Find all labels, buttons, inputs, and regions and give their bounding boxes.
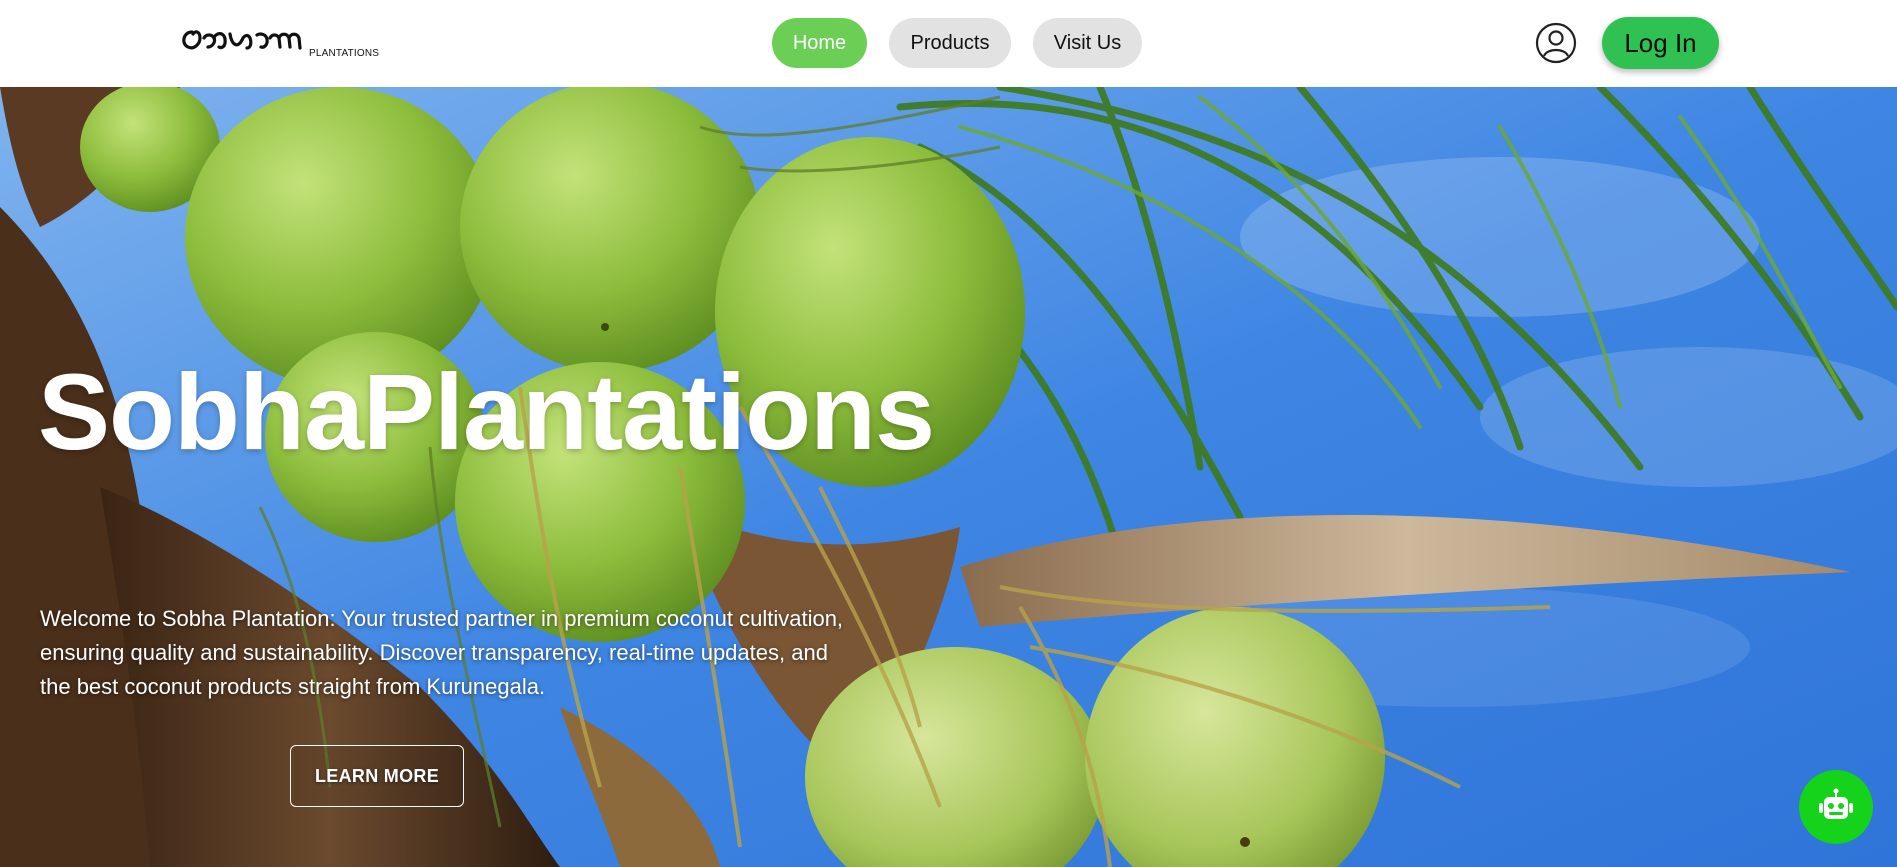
hero-section: SobhaPlantations Welcome to Sobha Planta… [0, 87, 1897, 867]
robot-icon [1819, 788, 1853, 819]
nav-home-button[interactable]: Home [772, 18, 867, 68]
logo-subtitle: PLANTATIONS [309, 48, 380, 59]
logo[interactable]: PLANTATIONS [178, 20, 380, 64]
site-header: PLANTATIONS Home Products Visit Us Log I… [0, 0, 1897, 87]
nav-products-button[interactable]: Products [889, 18, 1011, 68]
coconut-palm-background-image [0, 87, 1897, 867]
learn-more-button[interactable]: LEARN MORE [290, 745, 464, 807]
hero-title: SobhaPlantations [38, 351, 935, 472]
user-circle-icon[interactable] [1535, 22, 1577, 64]
login-button[interactable]: Log In [1602, 17, 1719, 69]
main-nav: Home Products Visit Us [772, 18, 1142, 68]
nav-visit-us-button[interactable]: Visit Us [1033, 18, 1142, 68]
sinhala-logo-mark [182, 30, 302, 50]
chatbot-button[interactable] [1799, 770, 1873, 844]
hero-description: Welcome to Sobha Plantation: Your truste… [40, 606, 844, 699]
